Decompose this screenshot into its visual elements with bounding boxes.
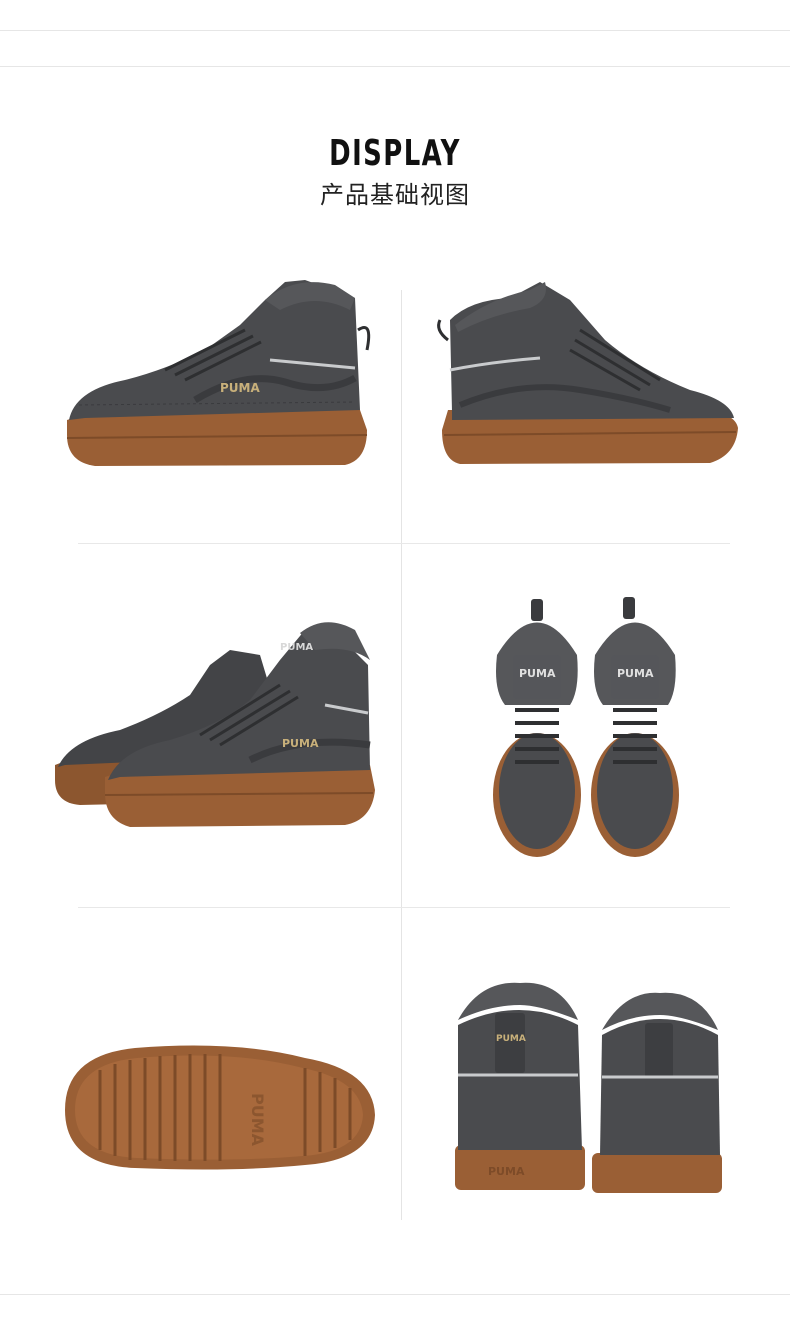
svg-text:PUMA: PUMA [617,667,654,680]
shoe-pair-top-icon: PUMA PUMA [493,597,679,857]
section-header: DISPLAY 产品基础视图 [0,128,790,210]
svg-text:PUMA: PUMA [248,1093,267,1147]
svg-text:PUMA: PUMA [496,1034,526,1044]
section-title: DISPLAY [329,133,461,174]
shoe-medial-right-view [430,270,750,480]
shoe-pair-angled-view: PUMA PUMA [50,615,380,835]
section-top-divider [0,66,790,67]
svg-text:PUMA: PUMA [519,667,556,680]
grid-divider-vertical [401,290,402,1220]
shoe-outsole-icon: PUMA [65,1045,375,1170]
svg-text:PUMA: PUMA [220,381,260,395]
grid-divider-row1 [78,543,730,544]
bottom-divider [0,1294,790,1295]
svg-text:PUMA: PUMA [488,1165,525,1178]
svg-text:PUMA: PUMA [282,737,319,750]
shoe-pair-back-view: PUMA PUMA [450,975,730,1200]
shoe-pair-top-view: PUMA PUMA [485,595,695,860]
shoe-pair-back-icon: PUMA PUMA [455,982,722,1193]
svg-text:PUMA: PUMA [280,642,313,653]
shoe-outsole-view: PUMA [55,1040,380,1175]
shoe-medial-right-icon [437,282,738,464]
shoe-pair-angled-icon: PUMA PUMA [55,622,375,827]
shoe-lateral-left-view: PUMA [55,270,385,480]
shoe-lateral-left-icon: PUMA [66,280,371,466]
section-subtitle: 产品基础视图 [320,181,470,209]
grid-divider-row2 [78,907,730,908]
top-divider [0,30,790,31]
